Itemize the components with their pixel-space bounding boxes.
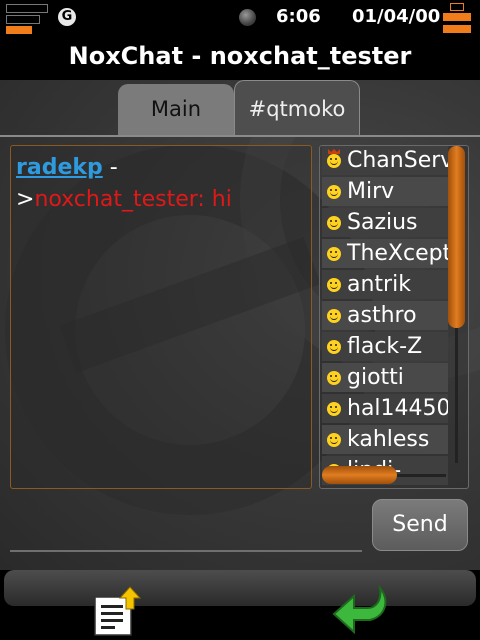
user-list-item[interactable]: antrik [322,270,448,299]
smiley-icon [327,340,341,354]
user-name: Sazius [347,210,418,235]
user-name: antrik [347,272,411,297]
smiley-icon [327,433,341,447]
nick-link[interactable]: radekp [16,155,103,180]
status-bar: G 6:06 01/04/00 [0,0,480,69]
user-list-item[interactable]: TheXception [322,239,448,268]
chat-line: >noxchat_tester: hi [16,184,306,216]
smiley-icon [327,278,341,292]
smiley-icon [327,402,341,416]
user-list-item[interactable]: ChanServ [322,146,448,175]
chat-line: radekp - [16,152,306,184]
smiley-icon [327,216,341,230]
chat-window: Main #qtmoko radekp - >noxchat_tester: h… [0,80,480,570]
clock-time: 6:06 [276,6,321,27]
chat-message: noxchat_tester: hi [34,187,232,212]
user-list[interactable]: ChanServ Mirv Sazius TheXception antrik … [319,145,469,489]
user-list-item[interactable]: Sazius [322,208,448,237]
document-upload-icon[interactable] [92,585,144,637]
tab-underline [0,135,480,137]
window-title: NoxChat - noxchat_tester [68,42,412,70]
clock-date: 01/04/00 [352,6,441,27]
user-list-item[interactable]: giotti [322,363,448,392]
smiley-icon [327,185,341,199]
tab-qtmoko[interactable]: #qtmoko [234,80,360,136]
user-name: Mirv [347,179,395,204]
user-list-item[interactable]: hal14450 [322,394,448,423]
tab-main[interactable]: Main [118,84,234,136]
user-name: ChanServ [347,148,448,173]
user-name: kahless [347,427,430,452]
user-name: giotti [347,365,404,390]
user-name: flack-Z [347,334,423,359]
message-prefix: > [16,187,35,212]
nick-separator: - [102,155,118,180]
user-list-item[interactable]: flack-Z [322,332,448,361]
user-name: TheXception [347,241,448,266]
operator-smiley-icon [327,149,341,168]
title-bar: NoxChat - noxchat_tester [0,34,480,80]
smiley-icon [327,309,341,323]
channel-tabs: Main #qtmoko [0,80,480,136]
user-list-item[interactable]: kahless [322,425,448,454]
smiley-icon [327,247,341,261]
bottom-toolbar [0,570,480,640]
vertical-scrollbar-thumb[interactable] [448,146,465,328]
user-list-item[interactable]: Mirv [322,177,448,206]
user-list-item[interactable]: asthro [322,301,448,330]
smiley-icon [327,371,341,385]
back-arrow-icon[interactable] [330,582,390,636]
horizontal-scrollbar-thumb[interactable] [322,466,397,484]
user-name: asthro [347,303,417,328]
send-button[interactable]: Send [372,499,468,551]
chat-log[interactable]: radekp - >noxchat_tester: hi [10,145,312,489]
message-input[interactable] [10,550,362,552]
user-name: hal14450 [347,396,448,421]
toolbar-background [4,570,476,606]
status-indicator-icon [239,9,256,26]
network-type-badge: G [58,8,76,26]
